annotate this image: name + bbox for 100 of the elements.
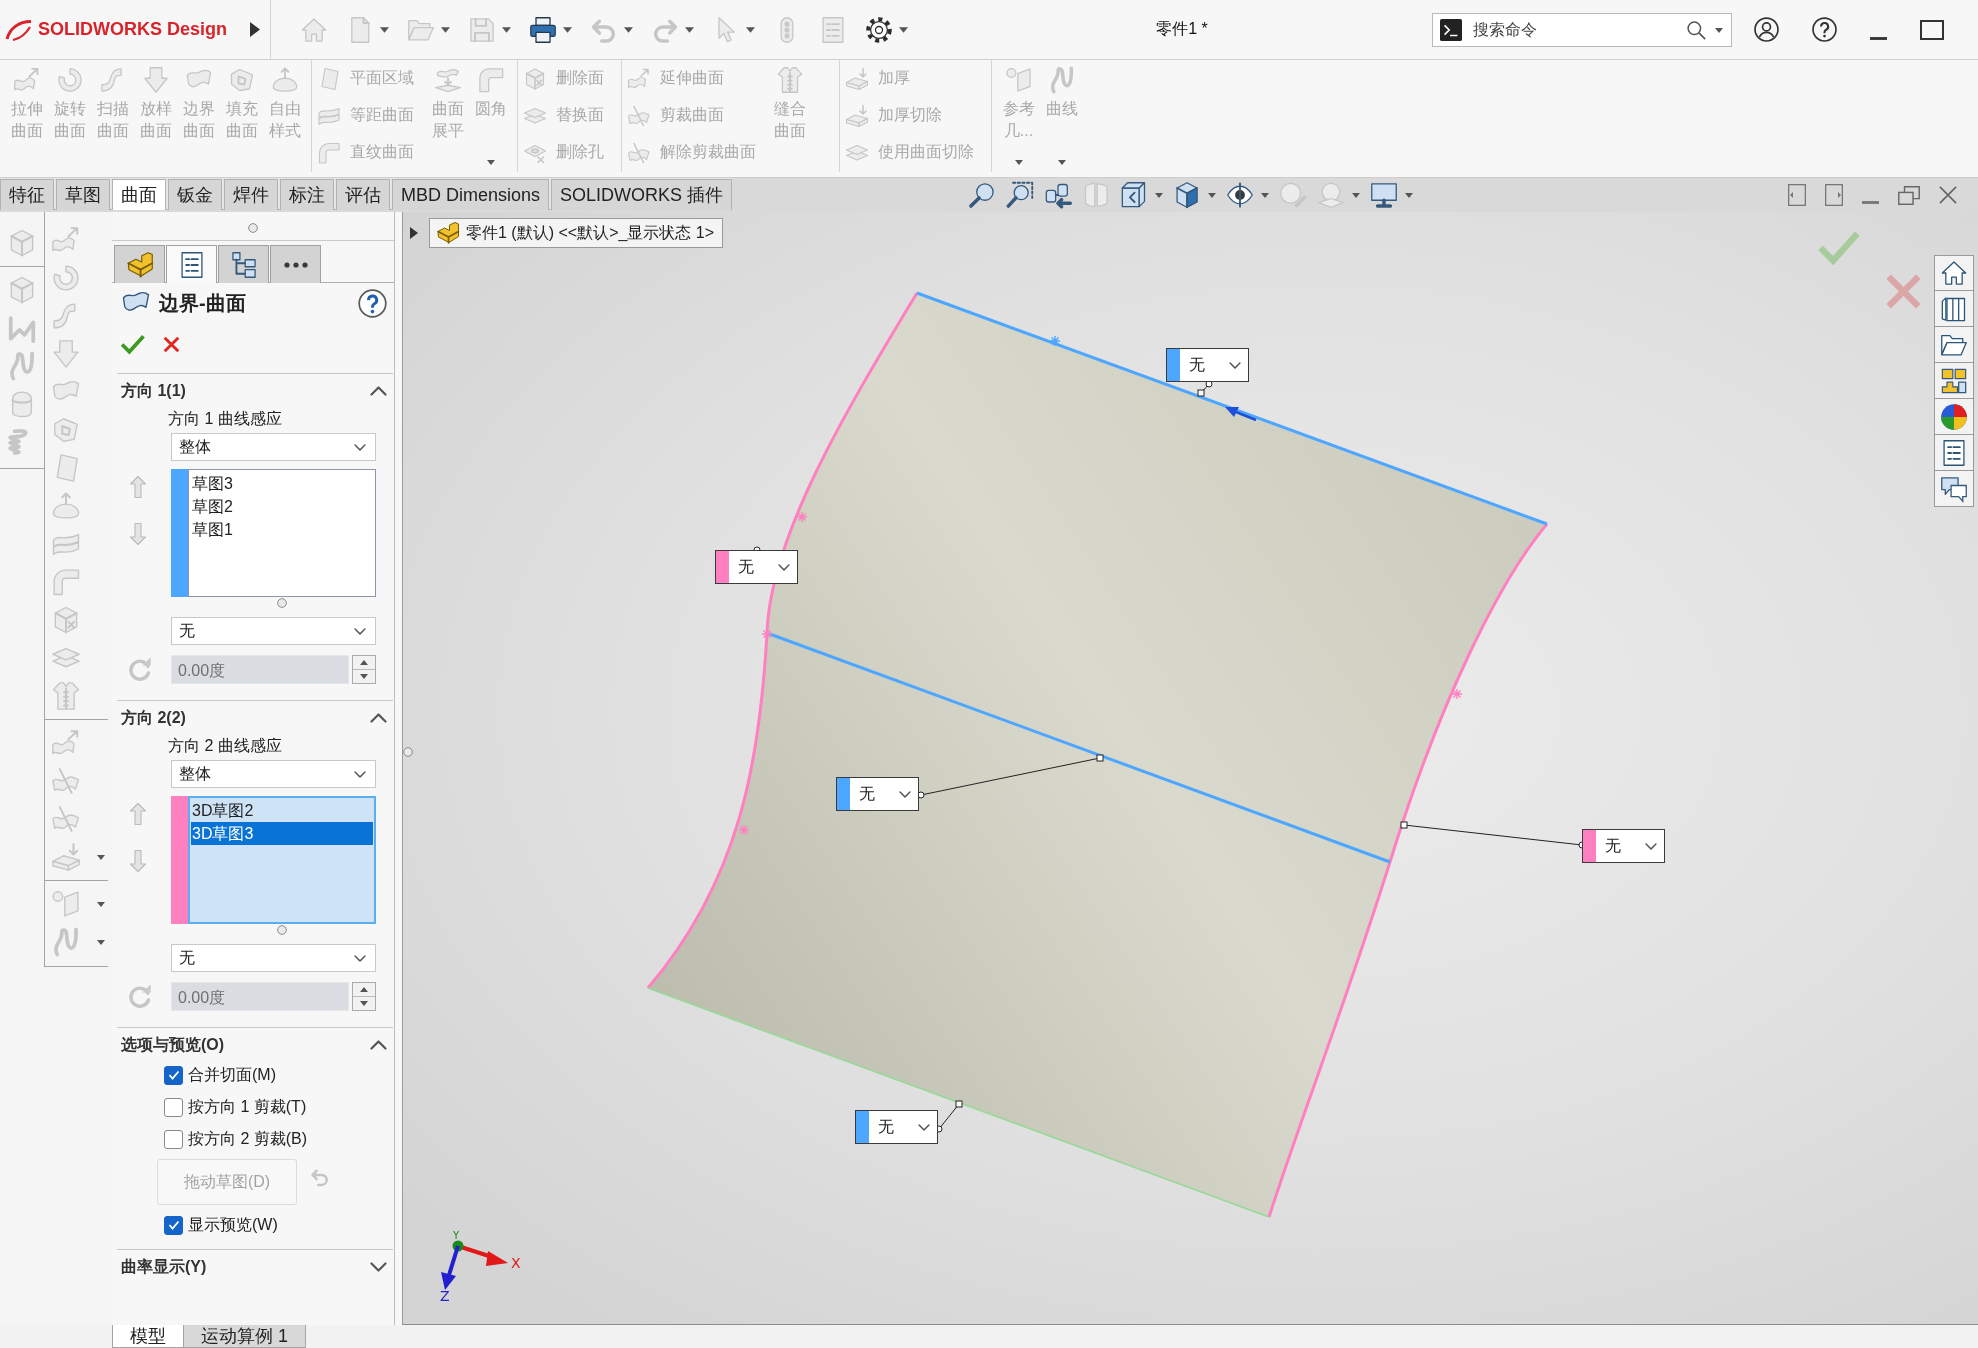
panel-tab[interactable] <box>166 245 217 283</box>
task-pane-tab[interactable] <box>1934 291 1974 327</box>
axis-label: Y <box>453 1230 460 1241</box>
bottom-tab[interactable]: 模型 <box>112 1325 184 1348</box>
leader-line <box>1197 380 1213 397</box>
up-arrow-icon[interactable] <box>130 803 146 825</box>
cube-arrow-icon[interactable] <box>1120 181 1148 209</box>
dropdown[interactable]: 无 <box>171 617 376 645</box>
dropdown[interactable]: 整体 <box>171 760 376 788</box>
up-arrow-icon[interactable] <box>130 476 146 498</box>
section-header[interactable]: 方向 1(1) <box>117 374 393 408</box>
caret-icon[interactable] <box>1208 192 1216 198</box>
breadcrumb[interactable]: 零件1 (默认) <<默认>_显示状态 1> <box>429 218 724 248</box>
tile-left-icon[interactable] <box>1788 184 1806 206</box>
binoculars-icon[interactable] <box>1044 181 1072 209</box>
caret-up-icon <box>360 987 368 992</box>
ribbon-tab[interactable]: 草图 <box>56 179 110 210</box>
callout-dropdown[interactable]: 无 <box>855 1110 938 1144</box>
cancel-icon[interactable] <box>163 335 180 353</box>
monitor-icon[interactable] <box>1370 181 1398 209</box>
printer-icon[interactable] <box>529 15 557 44</box>
section-header[interactable]: 选项与预览(O) <box>117 1028 393 1062</box>
gear-icon[interactable] <box>865 15 893 44</box>
ribbon-tab[interactable]: 曲面 <box>112 179 166 210</box>
dropdown[interactable]: 无 <box>171 944 376 972</box>
ribbon-tab[interactable]: 评估 <box>336 179 390 210</box>
task-pane-tab[interactable] <box>1934 399 1974 435</box>
callout-dropdown[interactable]: 无 <box>836 777 919 811</box>
list-item[interactable]: 草图2 <box>191 495 373 518</box>
ribbon-tab[interactable]: 钣金 <box>168 179 222 210</box>
caret-icon[interactable] <box>1715 27 1723 33</box>
caret-icon[interactable] <box>899 26 908 33</box>
handle-icon[interactable] <box>403 747 413 757</box>
section-header[interactable]: 方向 2(2) <box>117 701 393 735</box>
handle-icon[interactable] <box>248 223 258 233</box>
marker-icon <box>761 628 773 640</box>
caret-up-icon <box>360 660 368 665</box>
dropdown[interactable]: 整体 <box>171 433 376 461</box>
close-icon[interactable] <box>1939 186 1957 204</box>
play-icon[interactable] <box>250 22 260 37</box>
chevron-down-icon <box>918 1123 930 1131</box>
ribbon-tab[interactable]: 标注 <box>280 179 334 210</box>
document-title: 零件1 * <box>1155 19 1209 39</box>
restore-icon[interactable] <box>1898 185 1920 205</box>
curve-list[interactable]: 3D草图2 3D草图3 <box>188 796 376 924</box>
panel-tab[interactable] <box>218 245 269 283</box>
house-icon <box>1940 259 1968 287</box>
option-label: 合并切面(M) <box>188 1064 276 1085</box>
checkbox[interactable] <box>164 1097 183 1117</box>
check-icon[interactable] <box>1817 230 1860 266</box>
magnifier-icon[interactable] <box>968 181 996 209</box>
ring-icon <box>55 66 84 94</box>
chevron-down-icon <box>778 563 790 571</box>
check-icon[interactable] <box>120 333 145 355</box>
down-arrow-icon[interactable] <box>130 523 146 545</box>
ribbon-tab[interactable]: 焊件 <box>224 179 278 210</box>
ribbon-tab[interactable]: MBD Dimensions <box>392 179 550 210</box>
task-pane-tab[interactable] <box>1934 327 1974 363</box>
panel-tab[interactable] <box>270 245 321 283</box>
list-item[interactable]: 草图1 <box>191 518 373 541</box>
section-header[interactable]: 曲率显示(Y) <box>117 1250 393 1284</box>
list-item[interactable]: 3D草图2 <box>191 799 373 822</box>
caret-icon[interactable] <box>1155 192 1163 198</box>
callout-dropdown[interactable]: 无 <box>1166 348 1249 382</box>
expand-icon[interactable] <box>410 227 418 239</box>
task-pane-tab[interactable] <box>1934 363 1974 399</box>
eye-icon[interactable] <box>1226 181 1254 209</box>
panel-tab[interactable] <box>114 245 165 283</box>
caret-icon[interactable] <box>1261 192 1269 198</box>
checkbox[interactable] <box>164 1215 183 1235</box>
caret-icon[interactable] <box>563 26 572 33</box>
handle-icon[interactable] <box>277 925 287 935</box>
caret-icon[interactable] <box>1405 192 1413 198</box>
chevron-down-icon <box>1645 842 1657 850</box>
ribbon-tab[interactable]: SOLIDWORKS 插件 <box>551 179 733 210</box>
user-icon[interactable] <box>1754 17 1779 42</box>
magnifier-box-icon[interactable] <box>1006 181 1034 209</box>
chevron-down-icon <box>1229 361 1241 369</box>
task-pane-tab[interactable] <box>1934 471 1974 507</box>
minimize-icon[interactable] <box>1862 200 1879 204</box>
chevron-down-icon <box>354 443 366 451</box>
ribbon-tab[interactable]: 特征 <box>0 179 54 210</box>
curve-list[interactable]: 草图3 草图2 草图1 <box>188 469 376 597</box>
list-item[interactable]: 草图3 <box>191 472 373 495</box>
shaded-cube-icon[interactable] <box>1173 181 1201 209</box>
task-pane-tab[interactable] <box>1934 435 1974 471</box>
bottom-tab[interactable]: 运动算例 1 <box>184 1325 306 1348</box>
checkbox[interactable] <box>164 1129 183 1149</box>
search-field[interactable]: 搜索命令 <box>1432 12 1732 47</box>
task-pane-tab[interactable] <box>1934 255 1974 291</box>
callout-dropdown[interactable]: 无 <box>1582 829 1665 863</box>
down-arrow-icon[interactable] <box>130 850 146 872</box>
list-item[interactable]: 3D草图3 <box>191 822 373 845</box>
maximize-icon[interactable] <box>1920 19 1944 40</box>
tile-right-icon[interactable] <box>1825 184 1843 206</box>
callout-dropdown[interactable]: 无 <box>715 550 798 584</box>
help-icon[interactable] <box>1812 17 1837 42</box>
checkbox[interactable] <box>164 1065 183 1085</box>
handle-icon[interactable] <box>277 598 287 608</box>
help-icon[interactable] <box>358 288 387 318</box>
